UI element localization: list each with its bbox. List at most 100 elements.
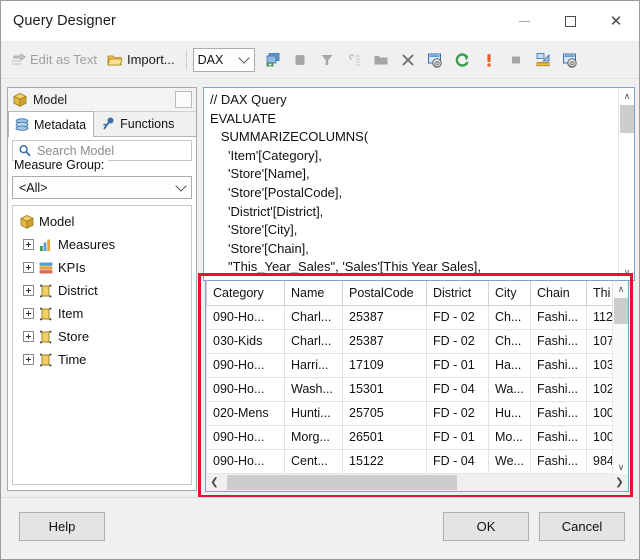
table-cell[interactable]: Hu... [488,400,531,426]
table-cell[interactable]: 100 [586,400,615,426]
table-cell[interactable]: 090-Ho... [206,448,285,474]
expand-icon[interactable] [23,285,34,296]
table-cell[interactable]: Wa... [488,376,531,402]
table-cell[interactable]: FD - 01 [426,352,489,378]
filter-icon-button[interactable] [315,47,339,73]
maximize-button[interactable] [547,1,593,41]
scroll-up-icon[interactable]: ∧ [613,281,628,297]
column-header-district[interactable]: District [426,281,489,306]
table-cell[interactable]: 090-Ho... [206,424,285,450]
table-cell[interactable]: Fashi... [530,304,587,330]
table-cell[interactable]: Charl... [284,304,343,330]
table-cell[interactable]: Mo... [488,424,531,450]
table-cell[interactable]: 100 [586,424,615,450]
table-cell[interactable]: Hunti... [284,400,343,426]
tree-item-kpis[interactable]: KPIs [13,256,191,279]
refresh-icon-button[interactable] [450,47,474,73]
table-row[interactable]: 090-Ho... Wash... 15301 FD - 04 Wa... Fa… [206,376,615,402]
column-header-this-year-sales[interactable]: Thi [586,281,615,306]
table-cell[interactable]: Ha... [488,352,531,378]
cube-icon-button[interactable] [288,47,312,73]
dax-query-text[interactable]: // DAX Query EVALUATE SUMMARIZECOLUMNS( … [210,91,614,280]
show-aggregations-icon-button[interactable]: @ [423,47,447,73]
scrollbar-track[interactable] [223,474,611,491]
table-cell[interactable]: Fashi... [530,424,587,450]
edit-as-text-button[interactable]: Edit as Text [5,47,102,73]
table-cell[interactable]: Fashi... [530,352,587,378]
expand-icon[interactable] [23,308,34,319]
tree-item-measures[interactable]: Measures [13,233,191,256]
scroll-left-icon[interactable]: ❮ [206,474,223,491]
scroll-down-icon[interactable]: ∨ [613,459,628,475]
table-cell[interactable]: 25387 [342,328,427,354]
close-button[interactable]: ✕ [593,1,639,41]
table-cell[interactable]: Charl... [284,328,343,354]
table-cell[interactable]: 26501 [342,424,427,450]
table-row[interactable]: 020-Mens Hunti... 25705 FD - 02 Hu... Fa… [206,400,615,426]
table-cell[interactable]: FD - 04 [426,448,489,474]
table-cell[interactable]: 090-Ho... [206,352,285,378]
table-cell[interactable]: 030-Kids [206,328,285,354]
table-cell[interactable]: Ch... [488,304,531,330]
query-language-select[interactable]: DAX [192,47,255,72]
table-row[interactable]: 030-Kids Charl... 25387 FD - 02 Ch... Fa… [206,328,615,354]
table-cell[interactable]: 17109 [342,352,427,378]
tree-item-time[interactable]: Time [13,348,191,371]
column-header-category[interactable]: Category [206,281,285,306]
table-cell[interactable]: 090-Ho... [206,304,285,330]
table-cell[interactable]: FD - 02 [426,328,489,354]
minimize-button[interactable] [501,1,547,41]
table-cell[interactable]: Cent... [284,448,343,474]
table-cell[interactable]: Fashi... [530,400,587,426]
help-button[interactable]: Help [19,512,105,541]
delete-folder-icon-button[interactable] [369,47,393,73]
query-editor-scrollbar[interactable]: ∧ ∨ [618,88,634,280]
scroll-down-icon[interactable]: ∨ [619,264,634,280]
tree-item-item[interactable]: Item [13,302,191,325]
cancel-button[interactable]: Cancel [539,512,625,541]
expand-icon[interactable] [23,331,34,342]
tab-functions[interactable]: Functions [94,111,182,136]
scrollbar-thumb[interactable] [227,475,457,490]
table-cell[interactable]: 102 [586,376,615,402]
table-cell[interactable]: Fashi... [530,376,587,402]
table-cell[interactable]: 25705 [342,400,427,426]
tree-item-district[interactable]: District [13,279,191,302]
table-cell[interactable]: 107 [586,328,615,354]
scroll-up-icon[interactable]: ∧ [619,88,634,104]
scroll-right-icon[interactable]: ❯ [611,474,628,491]
scrollbar-thumb[interactable] [614,298,628,324]
design-mode-icon-button[interactable] [531,47,555,73]
table-cell[interactable]: 25387 [342,304,427,330]
table-row[interactable]: 090-Ho... Charl... 25387 FD - 02 Ch... F… [206,304,615,330]
table-cell[interactable]: 15301 [342,376,427,402]
table-cell[interactable]: 020-Mens [206,400,285,426]
table-cell[interactable]: FD - 04 [426,376,489,402]
auto-execute-icon-button[interactable] [342,47,366,73]
query-language-dropdown[interactable]: DAX [192,47,255,72]
column-header-postalcode[interactable]: PostalCode [342,281,427,306]
results-grid[interactable]: Category Name PostalCode District City C… [205,280,629,492]
table-cell[interactable]: We... [488,448,531,474]
table-cell[interactable]: Fashi... [530,328,587,354]
grid-horizontal-scrollbar[interactable]: ❮ ❯ [206,474,628,491]
table-cell[interactable]: FD - 02 [426,400,489,426]
expand-icon[interactable] [23,239,34,250]
tree-item-store[interactable]: Store [13,325,191,348]
table-cell[interactable]: 984 [586,448,615,474]
table-cell[interactable]: Morg... [284,424,343,450]
import-button[interactable]: Import... [102,47,180,73]
table-cell[interactable]: FD - 02 [426,304,489,330]
tree-item-model[interactable]: Model [13,210,191,233]
dax-query-editor[interactable]: // DAX Query EVALUATE SUMMARIZECOLUMNS( … [203,87,635,281]
table-cell[interactable]: 090-Ho... [206,376,285,402]
table-row[interactable]: 090-Ho... Cent... 15122 FD - 04 We... Fa… [206,448,615,474]
scrollbar-thumb[interactable] [620,105,634,133]
ok-button[interactable]: OK [443,512,529,541]
table-row[interactable]: 090-Ho... Morg... 26501 FD - 01 Mo... Fa… [206,424,615,450]
model-tree[interactable]: Model Measures KPIs District Item Store … [12,205,192,485]
table-cell[interactable]: Fashi... [530,448,587,474]
tab-metadata[interactable]: Metadata [8,111,95,137]
query-parameters-icon-button[interactable]: @ [558,47,582,73]
column-header-name[interactable]: Name [284,281,343,306]
